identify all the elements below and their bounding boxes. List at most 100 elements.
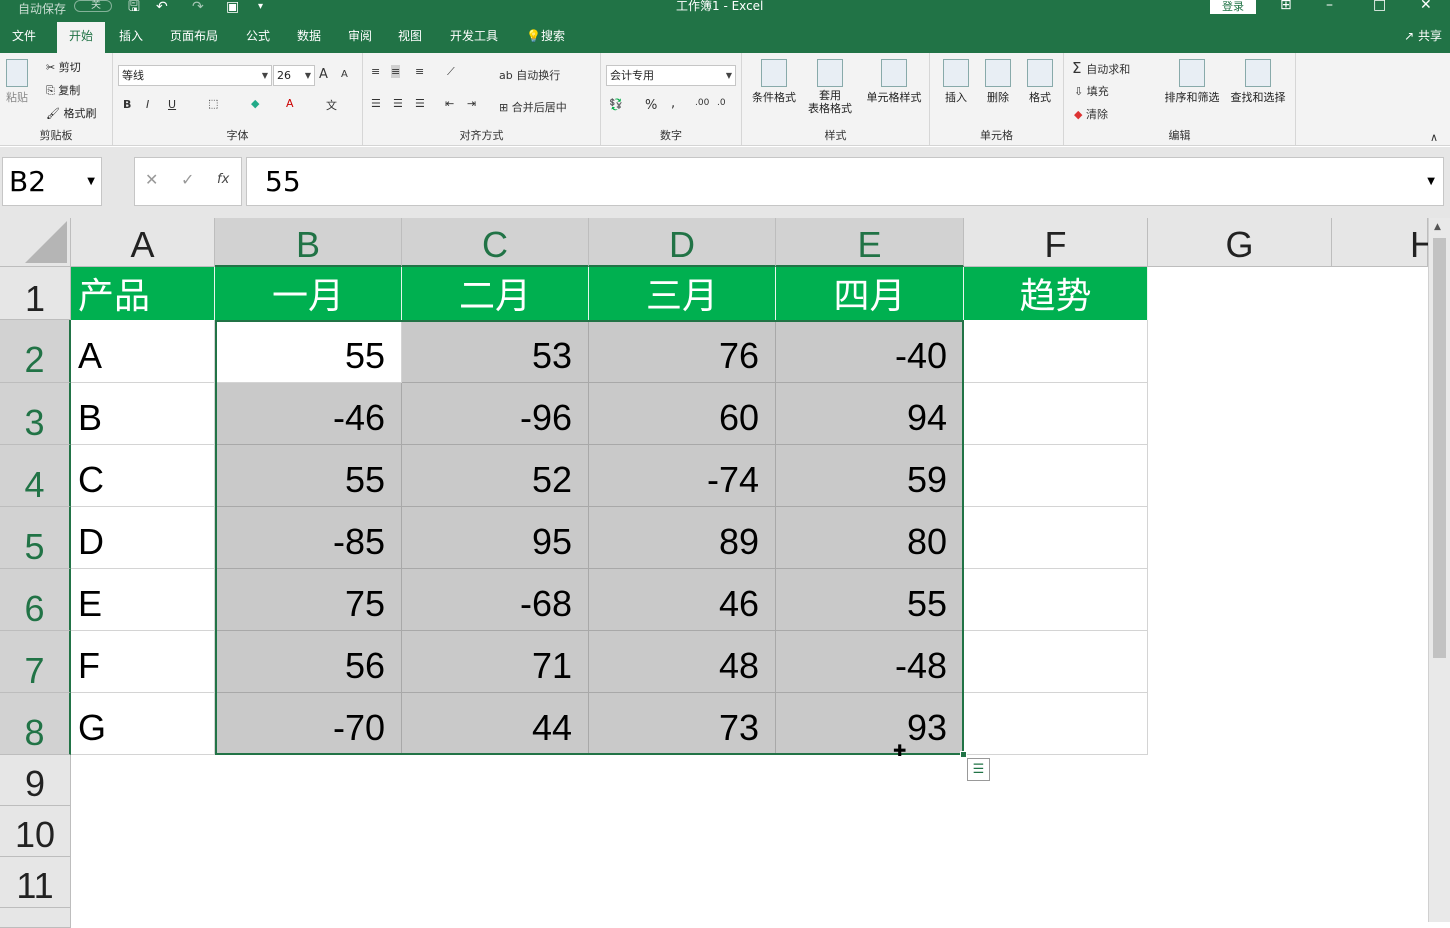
select-all-corner[interactable] [0,218,71,267]
header-cell-jan[interactable]: 一月 [215,267,402,320]
ribbon-display-icon[interactable]: ⊞ [1280,0,1292,13]
header-cell-mar[interactable]: 三月 [589,267,776,320]
close-icon[interactable]: ✕ [1420,0,1432,13]
paste-button[interactable]: 粘贴 [6,59,28,105]
value-cell[interactable]: 71 [402,631,589,693]
number-format-select[interactable]: 会计专用 ▼ [606,65,736,86]
value-cell[interactable]: 76 [589,320,776,383]
value-cell[interactable]: -48 [776,631,964,693]
tab-view[interactable]: 视图 [386,22,434,53]
merge-center-button[interactable]: ⊞ 合并后居中 [499,99,567,115]
tab-developer[interactable]: 开发工具 [438,22,510,53]
value-cell[interactable]: -68 [402,569,589,631]
value-cell[interactable]: 55 [776,569,964,631]
trend-cell[interactable] [964,693,1148,755]
value-cell[interactable]: -46 [215,383,402,445]
redo-icon[interactable]: ↷ [192,0,204,14]
formula-input[interactable]: 55 ▼ [246,157,1444,206]
touch-mode-icon[interactable]: ▣ [226,0,239,14]
value-cell[interactable]: 60 [589,383,776,445]
value-cell[interactable]: 56 [215,631,402,693]
value-cell[interactable]: -70 [215,693,402,755]
trend-cell[interactable] [964,569,1148,631]
value-cell[interactable]: -74 [589,445,776,507]
format-painter-button[interactable]: 🖌 格式刷 [46,105,96,121]
cancel-icon[interactable]: ✕ [145,170,158,189]
currency-icon[interactable]: 💱 [609,98,623,111]
italic-button[interactable]: I [146,98,149,111]
product-cell[interactable]: D [71,507,215,569]
tab-file[interactable]: 文件 [0,22,48,53]
row-header-9[interactable]: 9 [0,755,71,806]
autosum-button[interactable]: Σ 自动求和 [1072,59,1130,77]
header-cell-product[interactable]: 产品 [71,267,215,320]
row-header-7[interactable]: 7 [0,631,71,693]
quick-analysis-icon[interactable]: ☰ [967,758,990,781]
header-cell-apr[interactable]: 四月 [776,267,964,320]
value-cell[interactable]: 52 [402,445,589,507]
column-header-b[interactable]: B [215,218,402,267]
tab-page-layout[interactable]: 页面布局 [158,22,230,53]
conditional-format-button[interactable]: 条件格式 [746,59,802,105]
row-header-6[interactable]: 6 [0,569,71,631]
tab-search[interactable]: 💡搜索 [514,22,577,53]
font-color-icon[interactable]: A [286,97,294,110]
value-cell[interactable]: 73 [589,693,776,755]
tab-home[interactable]: 开始 [57,22,106,53]
column-header-e[interactable]: E [776,218,964,267]
row-header-12[interactable] [0,908,71,928]
fill-color-icon[interactable]: ◆ [251,97,259,110]
fill-button[interactable]: ⇩ 填充 [1074,83,1109,99]
product-cell[interactable]: E [71,569,215,631]
orientation-icon[interactable]: ⟋ [447,65,455,79]
insert-cells-button[interactable]: 插入 [938,59,974,105]
cut-button[interactable]: ✂ 剪切 [46,59,81,75]
format-as-table-button[interactable]: 套用 表格格式 [800,59,860,115]
trend-cell[interactable] [964,383,1148,445]
enter-icon[interactable]: ✓ [181,170,194,189]
active-cell[interactable]: 55 [215,320,402,383]
font-size-select[interactable]: 26 ▼ [273,65,315,86]
value-cell[interactable]: -96 [402,383,589,445]
value-cell[interactable]: 53 [402,320,589,383]
underline-button[interactable]: U [168,98,176,111]
decrease-decimal-icon[interactable]: .0 [717,98,726,108]
align-center-icon[interactable]: ☰ [393,97,403,110]
comma-button[interactable]: , [671,96,675,111]
trend-cell[interactable] [964,445,1148,507]
value-cell[interactable]: 89 [589,507,776,569]
row-header-10[interactable]: 10 [0,806,71,857]
value-cell[interactable]: -40 [776,320,964,383]
tab-formulas[interactable]: 公式 [234,22,282,53]
product-cell[interactable]: G [71,693,215,755]
product-cell[interactable]: F [71,631,215,693]
autosave-toggle[interactable]: 关 [74,0,112,12]
clear-button[interactable]: ◆ 清除 [1074,106,1108,122]
value-cell[interactable]: 46 [589,569,776,631]
name-box[interactable]: B2 ▼ [2,157,102,206]
save-icon[interactable]: 🖫 [128,0,140,14]
row-header-8[interactable]: 8 [0,693,71,755]
align-bottom-icon[interactable]: ≡ [415,65,424,78]
border-icon[interactable]: ⬚ [208,97,218,110]
value-cell[interactable]: 94 [776,383,964,445]
find-select-button[interactable]: 查找和选择 [1226,59,1290,105]
customize-qat-icon[interactable]: ▾ [258,0,263,14]
cell-styles-button[interactable]: 单元格样式 [862,59,926,105]
vertical-scrollbar[interactable]: ▲ [1428,218,1450,922]
row-header-5[interactable]: 5 [0,507,71,569]
minimize-icon[interactable]: – [1326,0,1333,13]
align-middle-icon[interactable]: ≡ [391,65,401,78]
font-name-select[interactable]: 等线 ▼ [118,65,272,86]
column-header-c[interactable]: C [402,218,589,267]
delete-cells-button[interactable]: 删除 [980,59,1016,105]
row-header-11[interactable]: 11 [0,857,71,908]
scroll-up-icon[interactable]: ▲ [1434,222,1441,232]
shrink-font-button[interactable]: A [341,69,348,80]
product-cell[interactable]: C [71,445,215,507]
percent-button[interactable]: % [645,98,657,113]
align-left-icon[interactable]: ☰ [371,97,381,110]
column-header-h[interactable]: H [1332,218,1436,267]
column-header-d[interactable]: D [589,218,776,267]
value-cell[interactable]: 48 [589,631,776,693]
